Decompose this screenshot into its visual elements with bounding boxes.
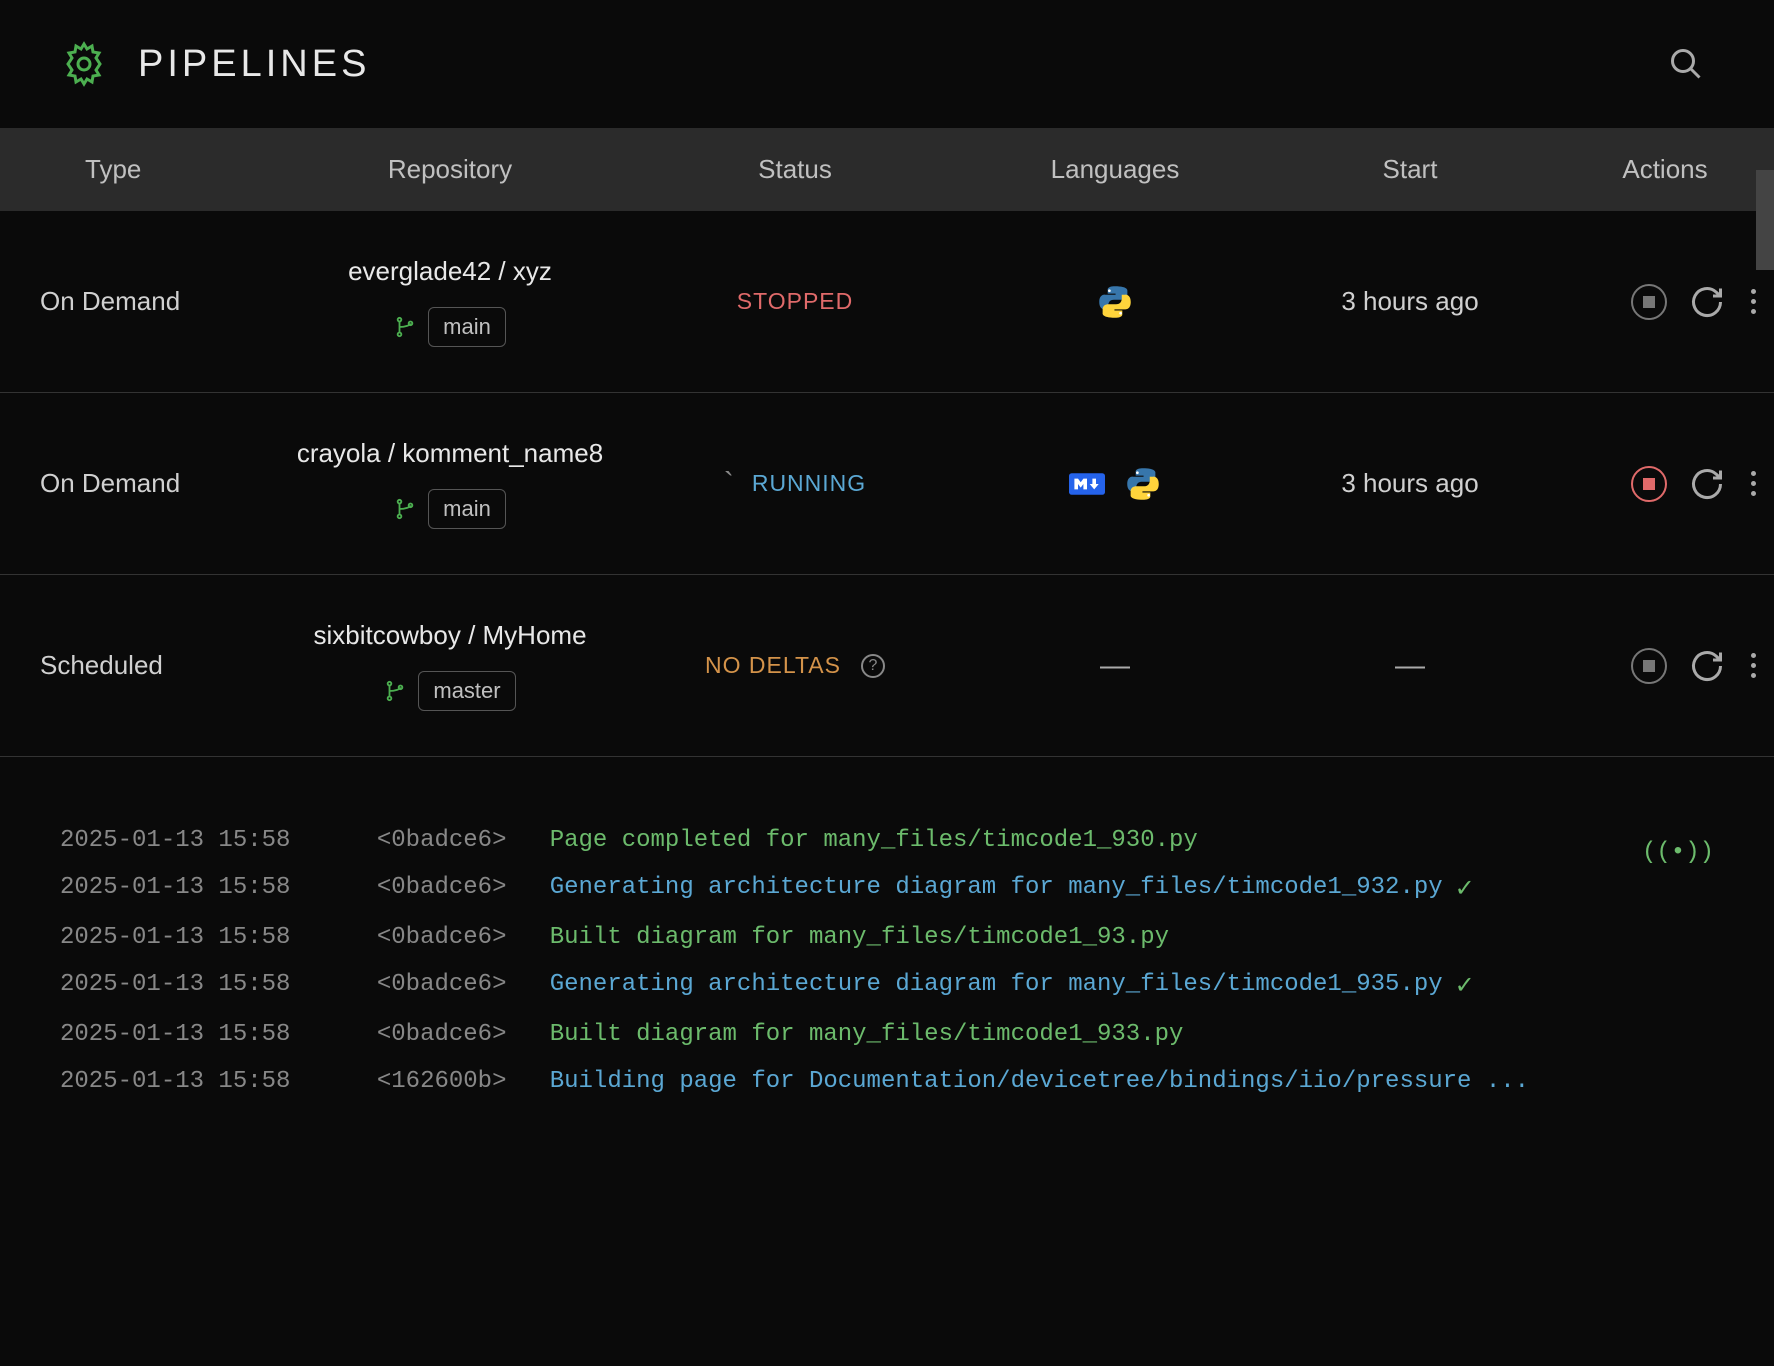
repo-cell: crayola / komment_name8 main <box>260 438 640 529</box>
log-hash: <162600b> <box>377 1068 507 1095</box>
log-message: Generating architecture diagram for many… <box>550 971 1443 1001</box>
start-cell: 3 hours ago <box>1280 286 1540 317</box>
log-timestamp: 2025-01-13 15:58 <box>60 827 290 854</box>
branch-badge[interactable]: main <box>428 489 506 529</box>
type-cell: On Demand <box>30 286 260 317</box>
branch-icon <box>394 498 416 520</box>
stop-button[interactable] <box>1631 648 1667 684</box>
log-line: 2025-01-13 15:58 <0badce6> Built diagram… <box>60 1011 1714 1058</box>
more-button[interactable] <box>1747 467 1760 500</box>
stop-button[interactable] <box>1631 284 1667 320</box>
langs-cell: — <box>950 649 1280 683</box>
pipeline-row[interactable]: Scheduled sixbitcowboy / MyHome master N… <box>0 575 1774 757</box>
log-timestamp: 2025-01-13 15:58 <box>60 924 290 951</box>
pipeline-rows: On Demand everglade42 / xyz main STOPPED… <box>0 211 1774 757</box>
actions-cell <box>1540 466 1774 502</box>
log-hash: <0badce6> <box>377 1021 507 1048</box>
langs-cell <box>950 284 1280 320</box>
langs-cell <box>950 466 1280 502</box>
check-icon: ✓ <box>1455 971 1475 1001</box>
col-start: Start <box>1280 154 1540 185</box>
log-message: Page completed for many_files/timcode1_9… <box>550 827 1198 854</box>
help-icon[interactable]: ? <box>861 654 885 678</box>
page-title: PIPELINES <box>138 43 370 86</box>
log-area: 2025-01-13 15:58 <0badce6> Page complete… <box>0 787 1774 1135</box>
repo-cell: sixbitcowboy / MyHome master <box>260 620 640 711</box>
actions-cell <box>1540 648 1774 684</box>
actions-cell <box>1540 284 1774 320</box>
log-message: Built diagram for many_files/timcode1_93… <box>550 1021 1184 1048</box>
start-time: 3 hours ago <box>1341 286 1478 317</box>
status-cell: STOPPED <box>640 288 950 315</box>
log-line: 2025-01-13 15:58 <162600b> Building page… <box>60 1058 1714 1105</box>
log-line: 2025-01-13 15:58 <0badce6> Page complete… <box>60 817 1714 864</box>
python-icon <box>1125 466 1161 502</box>
branch-badge[interactable]: main <box>428 307 506 347</box>
markdown-icon <box>1069 466 1105 502</box>
refresh-icon[interactable] <box>1689 284 1725 320</box>
log-hash: <0badce6> <box>377 874 507 904</box>
more-button[interactable] <box>1747 285 1760 318</box>
log-timestamp: 2025-01-13 15:58 <box>60 1068 290 1095</box>
start-time: 3 hours ago <box>1341 468 1478 499</box>
repo-name[interactable]: everglade42 / xyz <box>348 256 552 287</box>
search-icon[interactable] <box>1668 46 1704 82</box>
log-line: 2025-01-13 15:58 <0badce6> Generating ar… <box>60 864 1714 914</box>
dash: — <box>1395 649 1425 683</box>
pipeline-row[interactable]: On Demand crayola / komment_name8 main `… <box>0 393 1774 575</box>
repo-cell: everglade42 / xyz main <box>260 256 640 347</box>
col-languages: Languages <box>950 154 1280 185</box>
repo-name[interactable]: crayola / komment_name8 <box>297 438 603 469</box>
log-hash: <0badce6> <box>377 827 507 854</box>
branch-row: main <box>394 307 506 347</box>
python-icon <box>1097 284 1133 320</box>
stop-button[interactable] <box>1631 466 1667 502</box>
type-cell: Scheduled <box>30 650 260 681</box>
col-repository: Repository <box>260 154 640 185</box>
log-hash: <0badce6> <box>377 924 507 951</box>
refresh-icon[interactable] <box>1689 648 1725 684</box>
live-indicator-icon: ((•)) <box>1642 839 1714 866</box>
more-button[interactable] <box>1747 649 1760 682</box>
branch-badge[interactable]: master <box>418 671 515 711</box>
branch-row: main <box>394 489 506 529</box>
status-cell: ` RUNNING <box>640 467 950 501</box>
status-text: RUNNING <box>752 470 866 497</box>
log-hash: <0badce6> <box>377 971 507 1001</box>
branch-icon <box>394 316 416 338</box>
scrollbar[interactable] <box>1756 170 1774 270</box>
refresh-icon[interactable] <box>1689 466 1725 502</box>
status-cell: NO DELTAS ? <box>640 652 950 679</box>
branch-row: master <box>384 671 515 711</box>
branch-icon <box>384 680 406 702</box>
type-cell: On Demand <box>30 468 260 499</box>
log-message: Building page for Documentation/devicetr… <box>550 1068 1529 1095</box>
log-timestamp: 2025-01-13 15:58 <box>60 1021 290 1048</box>
dash: — <box>1100 649 1130 683</box>
col-type: Type <box>30 154 260 185</box>
log-message: Built diagram for many_files/timcode1_93… <box>550 924 1169 951</box>
start-cell: 3 hours ago <box>1280 468 1540 499</box>
log-line: 2025-01-13 15:58 <0badce6> Built diagram… <box>60 914 1714 961</box>
pipeline-row[interactable]: On Demand everglade42 / xyz main STOPPED… <box>0 211 1774 393</box>
log-message: Generating architecture diagram for many… <box>550 874 1443 904</box>
backtick: ` <box>724 467 734 501</box>
gear-icon <box>60 40 108 88</box>
log-line: 2025-01-13 15:58 <0badce6> Generating ar… <box>60 961 1714 1011</box>
table-header: Type Repository Status Languages Start A… <box>0 128 1774 211</box>
col-status: Status <box>640 154 950 185</box>
col-actions: Actions <box>1540 154 1774 185</box>
header-left: PIPELINES <box>60 40 370 88</box>
log-timestamp: 2025-01-13 15:58 <box>60 971 290 1001</box>
check-icon: ✓ <box>1455 874 1475 904</box>
status-text: STOPPED <box>737 288 854 315</box>
log-timestamp: 2025-01-13 15:58 <box>60 874 290 904</box>
start-cell: — <box>1280 649 1540 683</box>
repo-name[interactable]: sixbitcowboy / MyHome <box>313 620 586 651</box>
status-text: NO DELTAS <box>705 652 841 679</box>
header: PIPELINES <box>0 0 1774 128</box>
